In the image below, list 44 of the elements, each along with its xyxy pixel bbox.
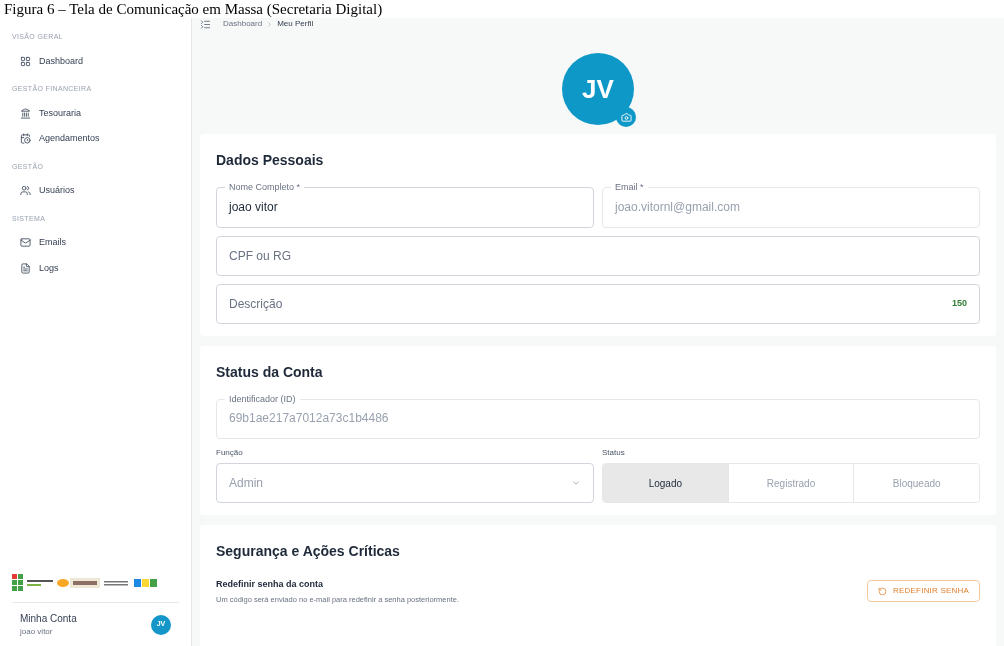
breadcrumb-item: Meu Perfil (277, 18, 314, 30)
text-field[interactable]: CPF ou RG (216, 235, 980, 276)
role-dropdown[interactable]: Admin (216, 463, 594, 503)
account-title: Minha Conta (20, 612, 78, 626)
field-label: Nome Completo * (228, 181, 302, 194)
sidebar-item[interactable]: Agendamentos (12, 126, 179, 152)
status-toggle[interactable]: Logado (603, 464, 729, 502)
field-value: 69b1ae217a7012a73c1b4486 (229, 410, 390, 427)
camera-icon (620, 111, 632, 123)
card-title: Segurança e Ações Críticas (216, 542, 401, 561)
action-title: Redefinir senha da conta (216, 578, 325, 591)
menu-icon[interactable] (200, 18, 211, 30)
reset-icon (878, 586, 888, 596)
field-placeholder: CPF ou RG (229, 247, 291, 265)
mail-icon (20, 237, 31, 249)
sidebar-item[interactable]: Usuários (12, 178, 179, 204)
sidebar-item[interactable]: Dashboard (12, 48, 179, 74)
breadcrumb-item[interactable]: Dashboard (223, 18, 263, 30)
reset-password-button[interactable]: REDEFINIR SENHA (867, 580, 980, 603)
chevron-icon (266, 20, 274, 28)
field-label: Função (216, 447, 244, 459)
profile-avatar[interactable]: JV (562, 53, 634, 125)
document-icon (20, 262, 31, 274)
account-name: joao vitor (20, 626, 54, 638)
character-counter: 150 (951, 296, 967, 310)
field-value: joao vitor (229, 198, 279, 216)
text-field[interactable]: Descrição 150 (216, 283, 980, 324)
text-field[interactable]: Nome Completo * joao vitor (216, 181, 594, 228)
grid-icon (20, 55, 31, 67)
field-label: Identificador (ID) (228, 392, 297, 406)
field-label: Status (602, 447, 626, 459)
calendar-icon (20, 133, 31, 145)
figure-caption: Figura 6 – Tela de Comunicação em Massa (Secretaria Digital) (3, 0, 384, 18)
field-value: joao.vitornl@gmail.com (615, 198, 741, 216)
field-label: Email * (614, 181, 645, 194)
field-placeholder: Descrição (229, 295, 283, 313)
caret-icon (571, 478, 581, 488)
card-title: Status da Conta (216, 362, 324, 382)
sidebar-item[interactable]: Logs (12, 255, 179, 281)
sidebar-item[interactable]: Emails (12, 230, 179, 256)
card-title: Dados Pessoais (216, 151, 325, 170)
users-icon (20, 185, 31, 197)
sidebar-item[interactable]: Tesouraria (12, 100, 179, 126)
bank-icon (20, 107, 31, 119)
